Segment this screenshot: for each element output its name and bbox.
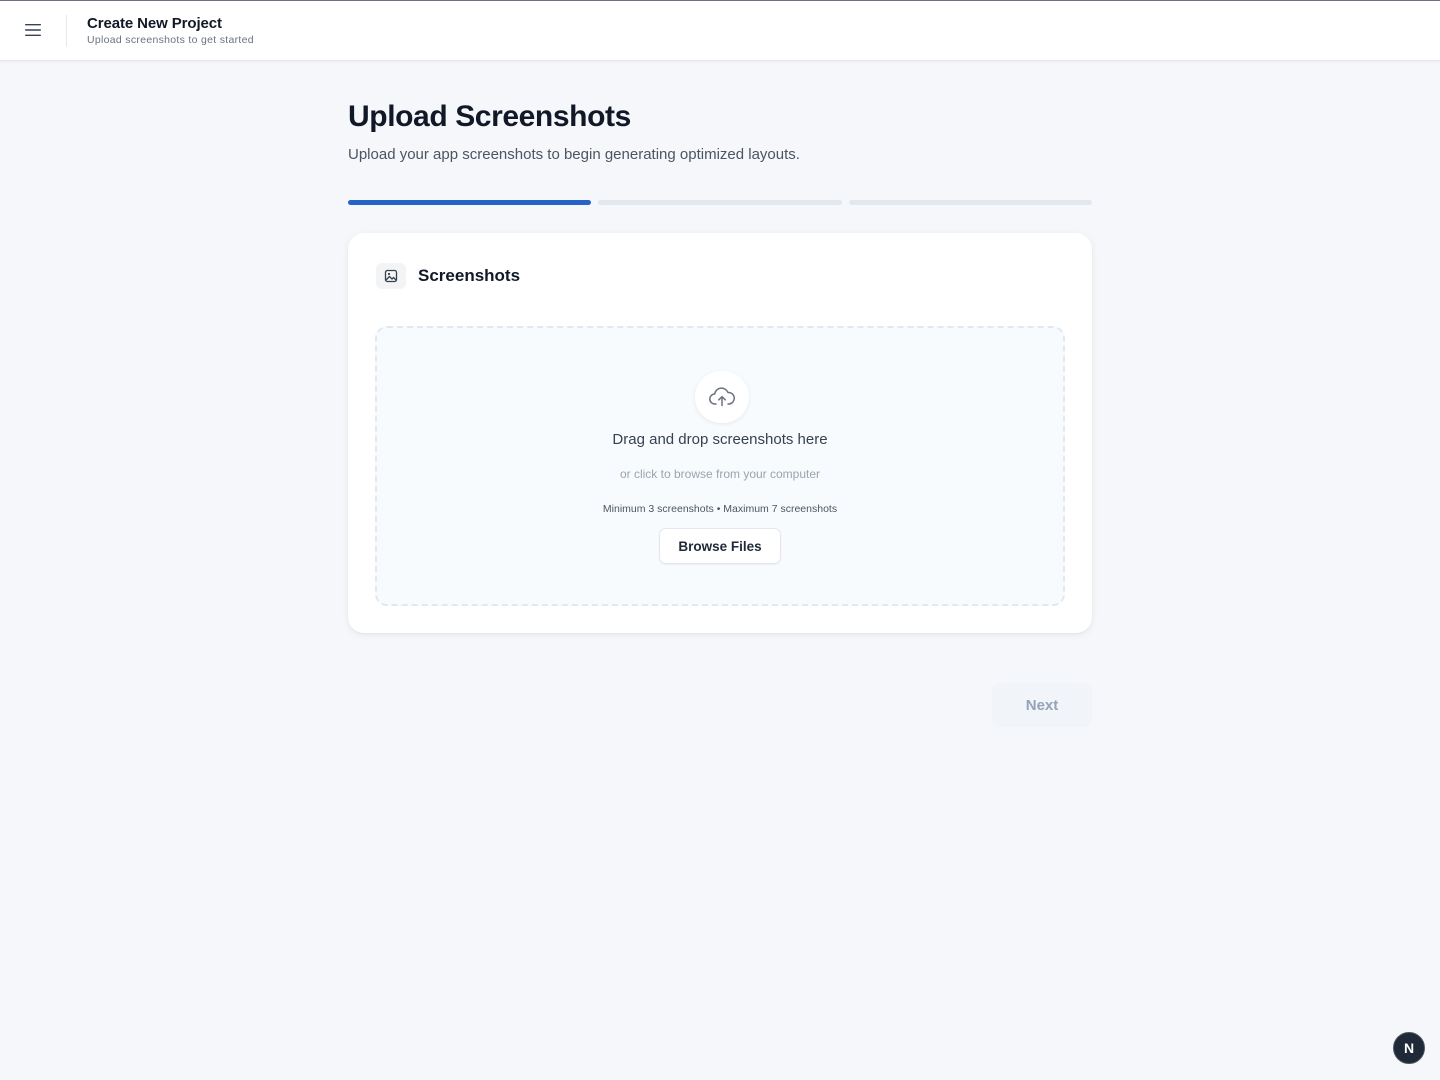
dropzone-limits: Minimum 3 screenshots • Maximum 7 screen… [602,503,838,515]
cloud-upload-icon [695,371,749,423]
image-icon [376,263,406,289]
progress-step-1 [348,200,592,205]
screenshots-card: Screenshots Drag and drop screenshots he… [348,233,1092,633]
menu-button[interactable] [18,15,48,45]
header-divider [66,15,67,47]
dev-tools-badge[interactable]: N [1393,1032,1425,1064]
app-header: Create New Project Upload screenshots to… [0,1,1440,61]
step-progress-bar [348,200,1092,205]
progress-step-2 [598,200,842,205]
screenshot-dropzone[interactable]: Drag and drop screenshots here or click … [375,326,1065,606]
progress-step-3 [848,200,1092,205]
header-title: Create New Project [87,15,222,32]
hamburger-menu-icon [25,24,41,36]
card-title: Screenshots [418,266,521,285]
next-button[interactable]: Next [992,683,1092,727]
dropzone-title: Drag and drop screenshots here [612,431,828,448]
dropzone-subtitle: or click to browse from your computer [619,467,821,481]
header-subtitle: Upload screenshots to get started [87,34,254,46]
page-title: Upload Screenshots [348,100,631,133]
browse-files-button[interactable]: Browse Files [659,528,781,564]
page-description: Upload your app screenshots to begin gen… [348,146,800,163]
